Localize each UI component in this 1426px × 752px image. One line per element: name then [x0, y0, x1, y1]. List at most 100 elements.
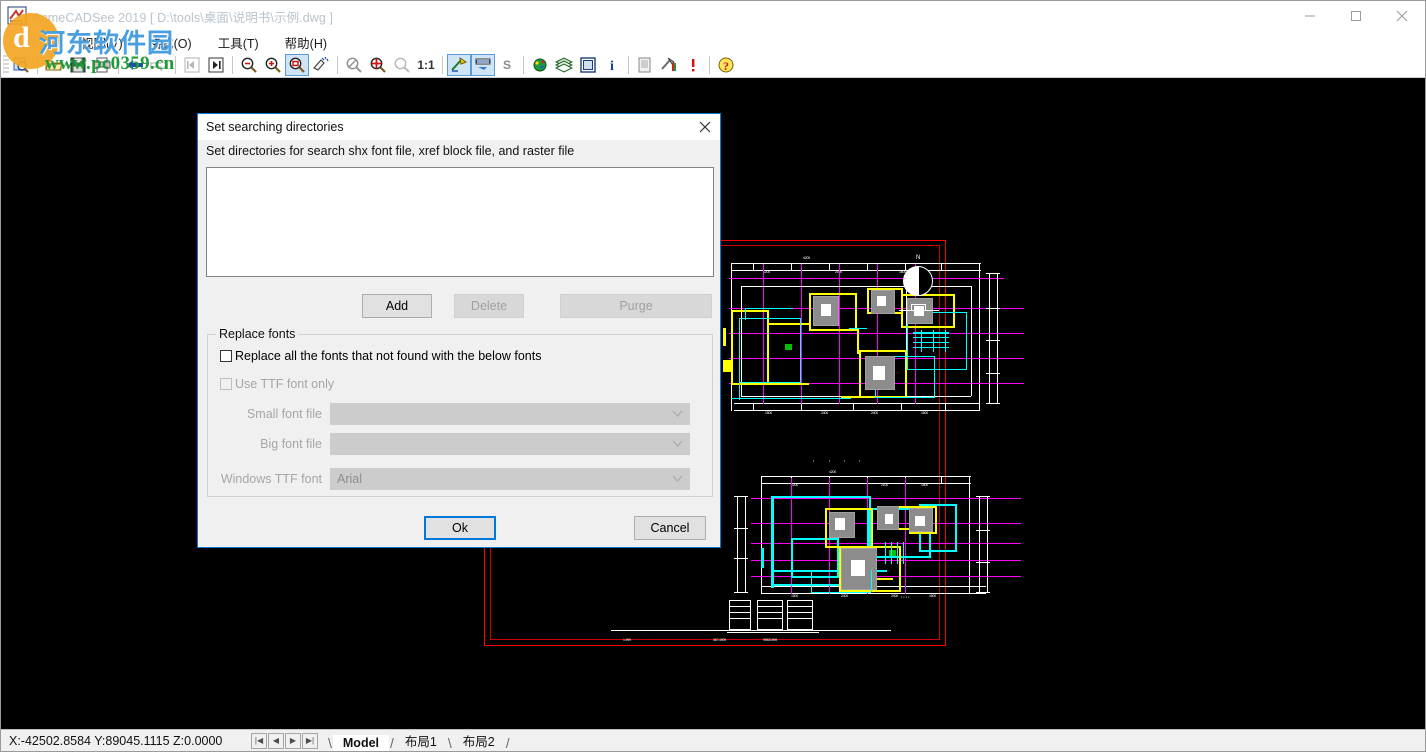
status-bar: X:-42502.8584 Y:89045.1115 Z:0.0000 |◀ ◀…: [1, 729, 1425, 751]
big-font-file-row: Big font file: [208, 433, 690, 455]
toolbar: 1:1 S i ?: [1, 53, 1425, 78]
close-button[interactable]: [1379, 1, 1425, 31]
exclamation-icon[interactable]: [681, 54, 705, 76]
toolbar-separator: [523, 56, 524, 74]
replace-all-fonts-checkbox[interactable]: [220, 350, 232, 362]
info-icon[interactable]: i: [600, 54, 624, 76]
directories-list[interactable]: [206, 167, 714, 277]
maximize-button[interactable]: [1333, 1, 1379, 31]
delete-button: Delete: [454, 294, 524, 318]
use-ttf-only-checkbox-row: Use TTF font only: [220, 377, 334, 391]
use-ttf-only-label: Use TTF font only: [235, 377, 335, 391]
tab-layout1[interactable]: 布局1: [395, 730, 447, 751]
ok-button[interactable]: Ok: [424, 516, 496, 540]
menu-help[interactable]: 帮助(H): [272, 31, 340, 54]
acmecadsee-window: AcmeCADSee 2019 [ D:\tools\桌面\说明书\示例.dwg…: [0, 0, 1426, 752]
toolbar-separator: [442, 56, 443, 74]
purge-button: Purge: [560, 294, 712, 318]
layout-nav-buttons: |◀ ◀ ▶ ▶|: [251, 732, 319, 749]
compass-label: N: [916, 255, 921, 261]
prev-layout-button[interactable]: ◀: [268, 732, 284, 749]
big-font-file-combo: [330, 433, 690, 455]
replace-fonts-legend: Replace fonts: [216, 327, 299, 341]
next-layout-button[interactable]: ▶: [285, 732, 301, 749]
snap-text: S: [502, 58, 511, 72]
open-folder-icon[interactable]: [42, 54, 66, 76]
preview-icon[interactable]: [9, 54, 33, 76]
replace-all-fonts-checkbox-row[interactable]: Replace all the fonts that not found wit…: [220, 349, 541, 363]
toolbar-separator: [628, 56, 629, 74]
chevron-down-icon: [672, 439, 683, 450]
chevron-down-icon: [672, 409, 683, 420]
menu-bar: 文件(F) 视图(V) 格式(O) 工具(T) 帮助(H): [1, 31, 1425, 53]
snap-label[interactable]: S: [495, 54, 519, 76]
small-font-file-row: Small font file: [208, 403, 690, 425]
measure-icon[interactable]: [447, 54, 471, 76]
directory-actions: Add Delete Purge: [198, 294, 722, 320]
zoom-window-icon[interactable]: [285, 54, 309, 76]
coordinates-readout: X:-42502.8584 Y:89045.1115 Z:0.0000: [9, 733, 223, 748]
zoom-previous-icon[interactable]: [390, 54, 414, 76]
toolbar-separator: [709, 56, 710, 74]
view-mode-icon[interactable]: [576, 54, 600, 76]
dialog-title-bar: Set searching directories: [198, 114, 720, 140]
tab-slash: /: [505, 734, 510, 751]
small-font-file-label: Small font file: [246, 407, 322, 421]
tab-model[interactable]: Model: [332, 734, 389, 751]
window-title: AcmeCADSee 2019 [ D:\tools\桌面\说明书\示例.dwg…: [33, 10, 334, 25]
minimize-button[interactable]: [1287, 1, 1333, 31]
zoom-all-icon[interactable]: [366, 54, 390, 76]
dialog-title: Set searching directories: [206, 120, 344, 134]
set-searching-directories-dialog: Set searching directories Set directorie…: [197, 113, 721, 548]
dimension-icon[interactable]: [471, 54, 495, 76]
first-page-icon[interactable]: [180, 54, 204, 76]
replace-all-fonts-label: Replace all the fonts that not found wit…: [235, 349, 542, 363]
help-icon[interactable]: ?: [714, 54, 738, 76]
zoom-in-icon[interactable]: [261, 54, 285, 76]
zoom-out-icon[interactable]: [237, 54, 261, 76]
last-page-icon[interactable]: [204, 54, 228, 76]
first-layout-button[interactable]: |◀: [251, 732, 267, 749]
menu-file[interactable]: 文件(F): [1, 31, 68, 54]
svg-text:i: i: [610, 59, 614, 74]
dialog-close-icon[interactable]: [690, 114, 720, 140]
windows-ttf-font-row: Windows TTF font Arial: [208, 468, 690, 490]
windows-ttf-font-value: Arial: [337, 472, 363, 486]
arrow-right-icon[interactable]: [147, 54, 171, 76]
layout-tabs: \ Model / 布局1 \ 布局2 /: [327, 731, 511, 751]
color-icon[interactable]: [528, 54, 552, 76]
settings-icon[interactable]: [657, 54, 681, 76]
print-icon[interactable]: [90, 54, 114, 76]
zoom-extents-icon[interactable]: [342, 54, 366, 76]
toolbar-separator: [337, 56, 338, 74]
tab-layout2[interactable]: 布局2: [453, 730, 505, 751]
menu-view[interactable]: 视图(V): [68, 31, 136, 54]
menu-tools[interactable]: 工具(T): [205, 31, 272, 54]
last-layout-button[interactable]: ▶|: [302, 732, 318, 749]
windows-ttf-font-label: Windows TTF font: [220, 472, 322, 486]
small-font-file-combo: [330, 403, 690, 425]
arrow-left-icon[interactable]: [123, 54, 147, 76]
drawing-label-3: 99531999: [763, 638, 777, 642]
windows-ttf-font-combo: Arial: [330, 468, 690, 490]
big-font-file-label: Big font file: [260, 437, 322, 451]
menu-format[interactable]: 格式(O): [136, 31, 205, 54]
batch-icon[interactable]: [633, 54, 657, 76]
scale-1to1-label[interactable]: 1:1: [414, 54, 438, 76]
window-controls: [1287, 1, 1425, 31]
layers-icon[interactable]: [552, 54, 576, 76]
toolbar-separator: [37, 56, 38, 74]
replace-fonts-group: Replace fonts Replace all the fonts that…: [207, 327, 713, 497]
drawing-label-1: 1.999: [623, 638, 631, 642]
toolbar-separator: [118, 56, 119, 74]
save-icon[interactable]: [66, 54, 90, 76]
toolbar-separator: [232, 56, 233, 74]
pan-icon[interactable]: [309, 54, 333, 76]
app-icon: [7, 6, 27, 26]
cancel-button[interactable]: Cancel: [634, 516, 706, 540]
title-bar: AcmeCADSee 2019 [ D:\tools\桌面\说明书\示例.dwg…: [1, 1, 1425, 31]
add-button[interactable]: Add: [362, 294, 432, 318]
scale-1to1-text: 1:1: [417, 58, 435, 72]
chevron-down-icon: [672, 474, 683, 485]
drawing-label-2: 367.4999: [713, 638, 726, 642]
